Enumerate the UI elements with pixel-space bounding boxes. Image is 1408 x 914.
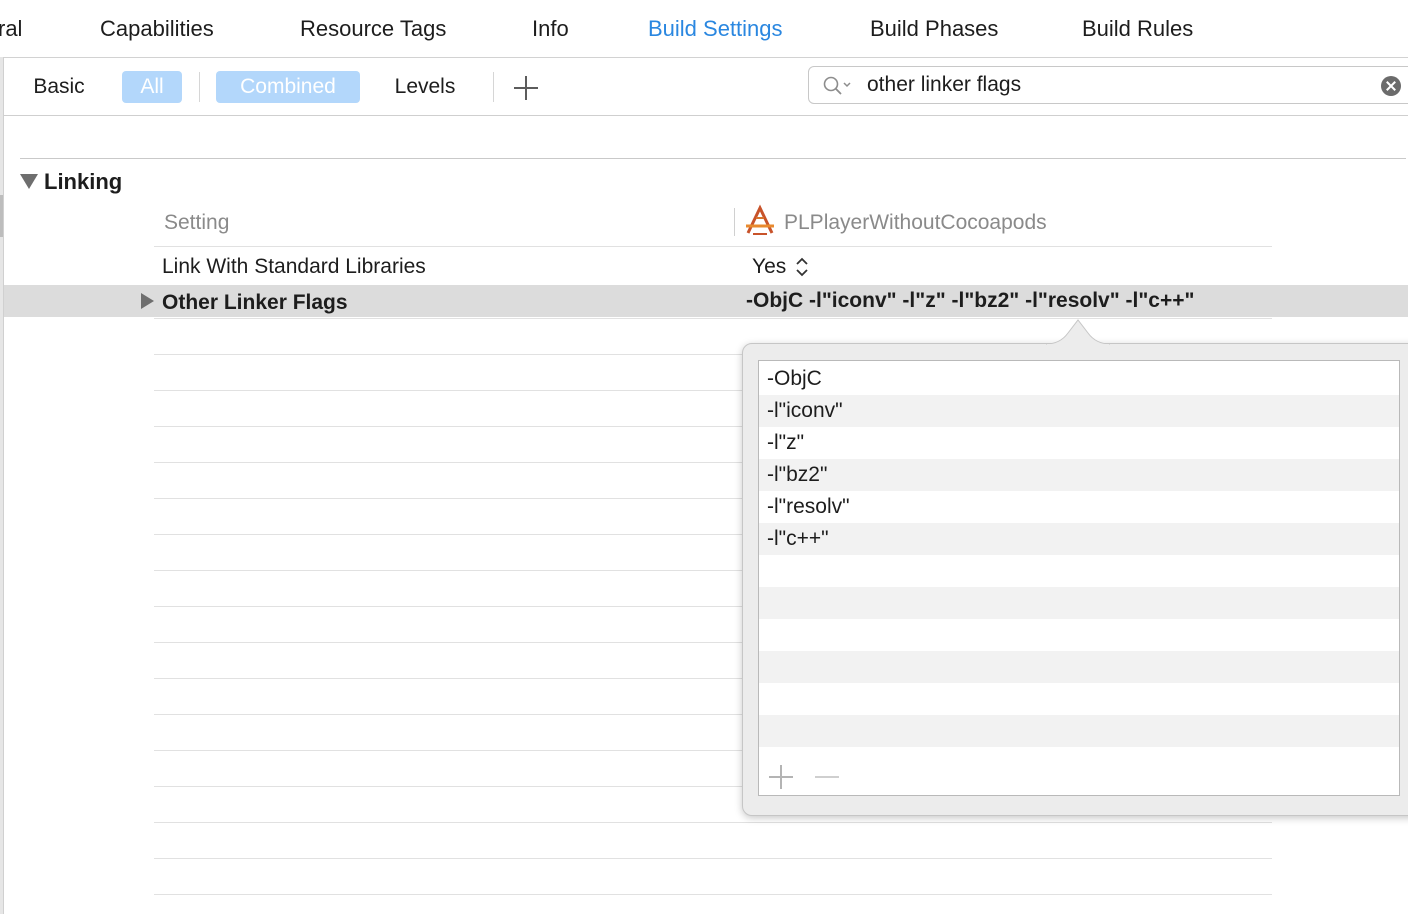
setting-column-header: Setting <box>164 211 230 234</box>
levels-view-button[interactable]: Levels <box>380 71 470 103</box>
list-item[interactable]: -ObjC <box>759 363 1399 395</box>
disclosure-triangle-icon[interactable] <box>20 174 38 189</box>
empty-list-row <box>759 715 1399 747</box>
empty-list-row <box>759 587 1399 619</box>
remove-flag-button[interactable] <box>815 765 839 789</box>
list-item-text[interactable]: -l"iconv" <box>767 398 843 424</box>
list-item-text[interactable]: -ObjC <box>767 366 822 392</box>
tab-build-phases[interactable]: Build Phases <box>870 16 998 42</box>
target-column-header: PLPlayerWithoutCocoapods <box>784 211 1047 234</box>
list-item[interactable]: -l"iconv" <box>759 395 1399 427</box>
filter-separator <box>199 72 200 102</box>
combined-view-button[interactable]: Combined <box>216 71 360 103</box>
empty-list-row <box>759 555 1399 587</box>
section-title-linking[interactable]: Linking <box>44 168 122 196</box>
build-settings-filter-bar: Basic All Combined Levels <box>4 58 1408 116</box>
tab-build-settings[interactable]: Build Settings <box>648 16 783 42</box>
section-divider <box>20 158 1406 159</box>
editor-tab-bar: ral Capabilities Resource Tags Info Buil… <box>0 0 1408 58</box>
search-field[interactable] <box>808 66 1408 104</box>
list-item[interactable]: -l"bz2" <box>759 459 1399 491</box>
list-item-text[interactable]: -l"z" <box>767 430 804 456</box>
all-filter-button[interactable]: All <box>122 71 182 103</box>
list-item[interactable]: -l"z" <box>759 427 1399 459</box>
xcode-target-icon <box>746 204 774 235</box>
list-item[interactable]: -l"resolv" <box>759 491 1399 523</box>
setting-name-other-linker-flags[interactable]: Other Linker Flags <box>162 290 348 316</box>
linker-flags-list[interactable]: -ObjC -l"iconv" -l"z" -l"bz2" -l"resolv"… <box>758 360 1400 796</box>
list-item-text[interactable]: -l"c++" <box>767 526 829 552</box>
setting-value-other-linker-flags[interactable]: -ObjC -l"iconv" -l"z" -l"bz2" -l"resolv"… <box>746 288 1194 314</box>
disclosure-triangle-icon[interactable] <box>141 293 154 309</box>
targets-pane-selection <box>0 195 3 237</box>
list-item-text[interactable]: -l"resolv" <box>767 494 850 520</box>
tab-resource-tags[interactable]: Resource Tags <box>300 16 446 42</box>
empty-list-row <box>759 651 1399 683</box>
add-flag-button[interactable] <box>769 765 793 789</box>
row-divider <box>154 894 1272 895</box>
tab-general[interactable]: ral <box>0 16 22 42</box>
list-item-text[interactable]: -l"bz2" <box>767 462 827 488</box>
add-setting-button[interactable] <box>512 74 540 102</box>
column-divider <box>734 208 735 236</box>
clear-search-icon[interactable] <box>1381 76 1401 96</box>
row-divider <box>154 822 1272 823</box>
basic-filter-button[interactable]: Basic <box>20 71 98 103</box>
empty-list-row <box>759 619 1399 651</box>
search-icon[interactable] <box>823 76 853 96</box>
popover-arrow <box>1046 319 1110 345</box>
tab-build-rules[interactable]: Build Rules <box>1082 16 1193 42</box>
list-footer <box>759 757 1399 795</box>
list-item[interactable]: -l"c++" <box>759 523 1399 555</box>
setting-value-link-with-standard-libraries[interactable]: Yes <box>752 254 786 280</box>
row-divider <box>154 246 1272 247</box>
tab-capabilities[interactable]: Capabilities <box>100 16 214 42</box>
empty-list-row <box>759 683 1399 715</box>
targets-pane-edge <box>0 57 4 914</box>
filter-separator <box>493 72 494 102</box>
stepper-icon[interactable] <box>795 256 809 278</box>
tab-info[interactable]: Info <box>532 16 569 42</box>
search-input[interactable] <box>867 71 1367 99</box>
row-divider <box>154 858 1272 859</box>
setting-name-link-with-standard-libraries[interactable]: Link With Standard Libraries <box>162 254 426 280</box>
